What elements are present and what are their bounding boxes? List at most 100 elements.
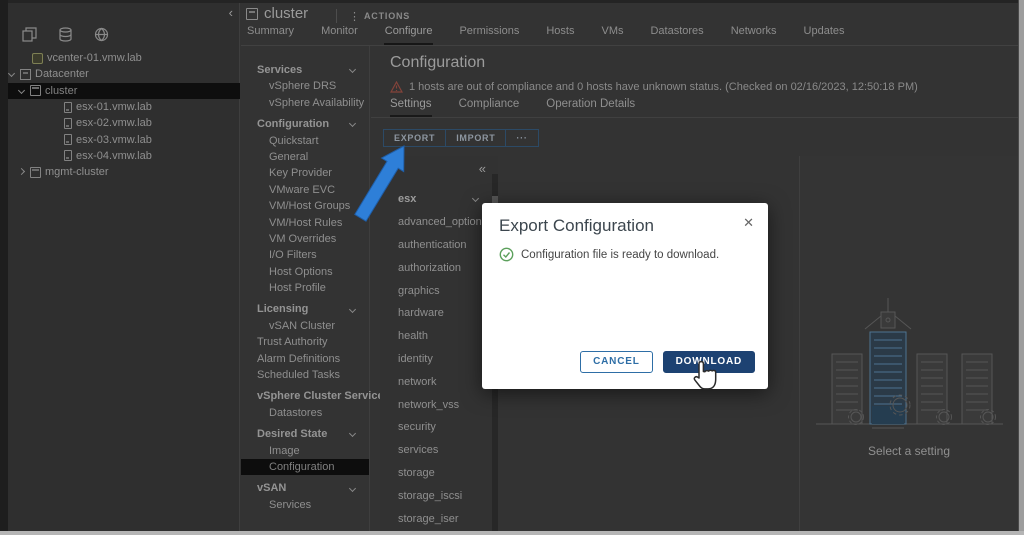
page-title: Configuration [390,54,485,72]
cluster-icon [30,167,41,178]
settings-subtab[interactable]: Operation Details [546,98,635,117]
tree-item[interactable]: vcenter-01.vmw.lab [8,50,240,66]
cluster-icon [30,85,41,96]
configure-sidebar-item-label: VMware EVC [269,184,335,196]
configure-sidebar-item-label: Key Provider [269,167,332,179]
tree-item[interactable]: esx-03.vmw.lab [8,131,240,147]
settings-subtab[interactable]: Settings [390,98,432,117]
configure-sidebar-item[interactable]: Scheduled Tasks [241,367,369,383]
host-icon [64,102,72,113]
settings-list-item[interactable]: identity [380,348,498,371]
import-button[interactable]: IMPORT [446,129,506,147]
configure-sidebar-item[interactable]: vSAN Cluster [241,318,369,334]
settings-list-item[interactable]: network_vss [380,393,498,416]
hosts-clusters-icon[interactable] [22,27,37,42]
configure-sidebar-item[interactable]: Services [241,62,369,78]
configure-sidebar-item-label: Scheduled Tasks [257,369,340,381]
configure-sidebar-item[interactable]: VM/Host Groups [241,198,369,214]
object-tab[interactable]: Configure [384,21,434,45]
object-tab[interactable]: Networks [730,21,778,45]
chevron-right-icon[interactable] [18,168,26,176]
configure-sidebar-item-label: Host Profile [269,282,326,294]
configure-sidebar-item[interactable]: vSAN [241,480,369,496]
configure-sidebar-item[interactable]: Alarm Definitions [241,351,369,367]
inventory-view-icons [22,27,109,42]
chevron-down-icon [472,195,480,203]
host-icon [64,134,72,145]
dialog-buttons: CANCEL DOWNLOAD [580,351,755,373]
configure-sidebar-item[interactable]: vSphere Availability [241,95,369,111]
settings-list-item[interactable]: health [380,325,498,348]
configure-sidebar-item[interactable]: Desired State [241,426,369,442]
configure-sidebar-item[interactable]: Trust Authority [241,334,369,350]
chevron-down-icon[interactable] [18,87,26,95]
configure-sidebar-item[interactable]: vSphere Cluster Services [241,388,369,404]
configure-sidebar-item[interactable]: Quickstart [241,133,369,149]
chevron-down-icon [349,66,357,74]
configure-sidebar-item[interactable]: I/O Filters [241,247,369,263]
annotation-arrow [352,140,422,225]
object-tab[interactable]: Summary [246,21,295,45]
configure-sidebar-item[interactable]: VM/Host Rules [241,215,369,231]
tree-item[interactable]: Datacenter [8,66,240,82]
configure-sidebar-item[interactable]: vSphere DRS [241,78,369,94]
tree-item-label: Datacenter [35,68,89,80]
object-tab[interactable]: Datastores [649,21,704,45]
settings-list-item[interactable]: hardware [380,302,498,325]
configure-sidebar-item[interactable]: VMware EVC [241,182,369,198]
configure-sidebar-item-label: VM/Host Rules [269,217,342,229]
more-actions-button[interactable]: ··· [506,129,538,147]
object-tab[interactable]: Updates [803,21,846,45]
settings-list-item[interactable]: security [380,416,498,439]
storage-icon[interactable] [58,27,73,42]
object-tab[interactable]: Hosts [545,21,575,45]
networking-icon[interactable] [94,27,109,42]
dialog-title: Export Configuration [499,216,654,236]
tree-item[interactable]: esx-02.vmw.lab [8,115,240,131]
configure-sidebar-item[interactable]: Configuration [241,459,369,475]
window-scrollbar[interactable] [1018,0,1024,535]
settings-list-item[interactable]: storage_iser [380,507,498,530]
collapse-panel-icon[interactable]: ‹ [229,5,233,20]
object-tab[interactable]: Permissions [458,21,520,45]
settings-list-item[interactable]: network [380,370,498,393]
settings-list-item[interactable]: storage_iscsi [380,484,498,507]
configure-sidebar-item[interactable]: Licensing [241,301,369,317]
configure-sidebar-item[interactable]: Key Provider [241,165,369,181]
chevron-down-icon[interactable] [8,70,16,78]
configure-sidebar-item[interactable]: VM Overrides [241,231,369,247]
tree-item[interactable]: esx-01.vmw.lab [8,99,240,115]
configure-sidebar-item-label: Configuration [257,116,329,132]
settings-list-item[interactable]: storage [380,462,498,485]
settings-list-item-label: security [398,421,436,433]
settings-list-item[interactable]: authorization [380,256,498,279]
settings-list-item[interactable]: services [380,439,498,462]
chevron-down-icon [349,120,357,128]
dialog-message: Configuration file is ready to download. [499,247,719,262]
object-tab[interactable]: Monitor [320,21,359,45]
host-icon [64,150,72,161]
settings-list-item[interactable]: graphics [380,279,498,302]
configure-sidebar-item-label: Services [257,62,302,78]
chevron-down-icon [349,306,357,314]
close-icon[interactable]: ✕ [743,215,754,231]
configure-sidebar-item-label: Configuration [269,461,334,473]
configure-sidebar-item[interactable]: Datastores [241,405,369,421]
configure-sidebar-item[interactable]: Services [241,497,369,513]
configure-sidebar-item[interactable]: General [241,149,369,165]
tree-item[interactable]: cluster [8,83,240,99]
tree-item[interactable]: mgmt-cluster [8,164,240,180]
settings-list-item[interactable]: authentication [380,234,498,257]
configure-sidebar-item[interactable]: Host Options [241,264,369,280]
configure-sidebar-item[interactable]: Configuration [241,116,369,132]
object-tab[interactable]: VMs [600,21,624,45]
settings-subtab[interactable]: Compliance [459,98,520,117]
tree-item[interactable]: esx-04.vmw.lab [8,148,240,164]
settings-list-item-label: health [398,330,428,342]
tree-item-label: mgmt-cluster [45,166,109,178]
vsphere-client-window: ‹ v [0,0,1024,535]
configure-sidebar-item[interactable]: Host Profile [241,280,369,296]
configure-sidebar-item[interactable]: Image [241,443,369,459]
cancel-button[interactable]: CANCEL [580,351,652,373]
datacenter-icon [20,69,31,80]
